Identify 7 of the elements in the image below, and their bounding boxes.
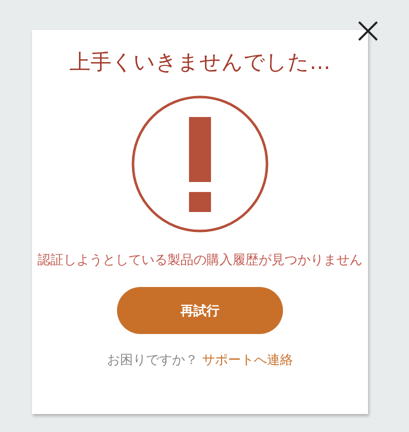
support-link[interactable]: サポートへ連絡 (202, 351, 293, 369)
help-text: お困りですか？ (107, 352, 198, 369)
close-icon[interactable] (357, 20, 379, 42)
dialog-title: 上手くいきませんでした… (70, 49, 330, 76)
retry-button[interactable]: 再試行 (117, 287, 283, 334)
error-message: 認証しようとしている製品の購入履歴が見つかりません (36, 252, 364, 270)
exclamation-icon (130, 94, 270, 234)
